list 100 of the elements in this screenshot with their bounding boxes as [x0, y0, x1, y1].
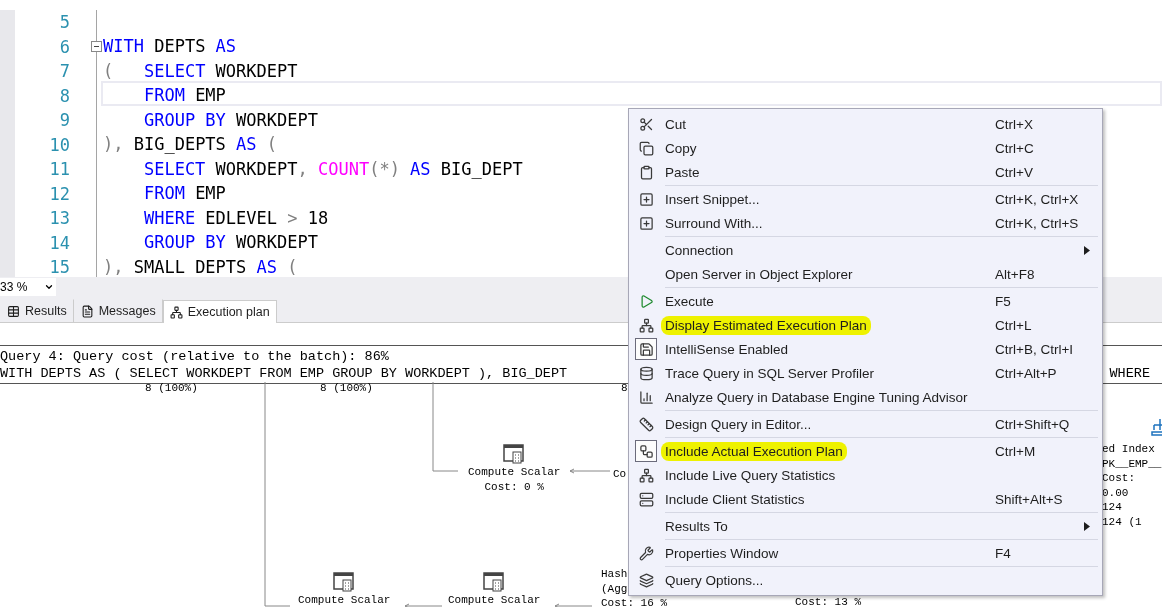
zoom-dropdown[interactable]: 33 % [0, 277, 56, 296]
code-token: > [287, 206, 298, 226]
menu-item-icon [638, 341, 654, 357]
menu-item[interactable]: Trace Query in SQL Server Profiler Ctrl+Alt+P [629, 361, 1102, 385]
connector-line [554, 603, 593, 607]
query-cost-title: Query 4: Query cost (relative to the batch): 86% [0, 348, 389, 365]
code-token: ), [103, 255, 125, 275]
plan-text: (Agg [601, 581, 628, 596]
code-token: ( [265, 133, 278, 153]
menu-item-icon [638, 293, 654, 309]
code-token: ), [103, 133, 125, 153]
line-number: 6 [58, 35, 70, 59]
menu-item[interactable]: Insert Snippet... Ctrl+K, Ctrl+X [629, 187, 1102, 211]
plan-text: 0.00 [1102, 485, 1129, 500]
menu-item[interactable]: Query Options... [629, 568, 1102, 592]
code-token: FROM [142, 182, 185, 202]
compute-scalar-icon [483, 571, 506, 593]
plan-text: Cost: 0 % [484, 479, 544, 494]
code-token: COUNT [317, 157, 370, 177]
query-statement: WITH DEPTS AS ( SELECT WORKDEPT FROM EMP GROUP BY WORKDEPT ), BIG_DEPT [0, 365, 568, 382]
plan-text: 124 [1102, 500, 1122, 515]
line-number: 9 [58, 109, 70, 132]
line-number: 13 [48, 207, 70, 230]
query-statement: WHERE [1109, 365, 1150, 382]
code-token: BIG_DEPTS [133, 133, 227, 153]
code-token: AS [256, 255, 278, 275]
menu-item-icon [638, 443, 654, 459]
code-token: EDLEVEL [204, 206, 278, 226]
result-tab[interactable]: Execution plan [162, 300, 277, 323]
menu-item[interactable]: Include Client Statistics Shift+Alt+S [629, 487, 1102, 511]
connector-line [404, 603, 443, 607]
code-token: SMALL DEPTS [133, 255, 248, 275]
diagram-icon [169, 305, 183, 319]
line-number: 10 [48, 133, 70, 157]
plan-text: Cost: [1102, 471, 1135, 486]
menu-item[interactable]: Open Server in Object Explorer Alt+F8 [629, 262, 1102, 286]
menu-item[interactable]: Execute F5 [629, 289, 1102, 313]
plan-text: 124 (1 [1102, 514, 1142, 529]
code-token: AS [410, 157, 431, 177]
plan-text: Compute Scalar [448, 593, 541, 607]
code-token: , [297, 157, 309, 177]
code-token: BIG_DEPT [439, 157, 523, 177]
line-number: 14 [48, 231, 70, 255]
plan-text: Compute Scalar [298, 593, 391, 607]
code-token: EMP [194, 84, 226, 104]
code-token: WORKDEPT [214, 59, 298, 79]
menu-item-icon [638, 164, 654, 180]
code-token: WORKDEPT [235, 231, 318, 251]
plan-text: Co [613, 467, 627, 482]
code-token: AS [236, 133, 257, 153]
compute-scalar-icon [503, 443, 526, 465]
line-number: 5 [58, 11, 70, 34]
menu-item[interactable]: Properties Window F4 [629, 541, 1102, 565]
menu-item[interactable]: Results To [629, 514, 1102, 538]
plan-text: PK__EMP__ [1102, 456, 1162, 471]
code-token: AS [215, 35, 237, 55]
code-token: GROUP BY [142, 231, 226, 251]
collapse-icon[interactable] [91, 40, 102, 52]
menu-item-icon [638, 365, 654, 381]
menu-item[interactable]: Connection [629, 238, 1102, 262]
menu-item[interactable]: Include Actual Execution Plan Ctrl+M [629, 439, 1102, 463]
menu-item-icon [638, 467, 654, 483]
menu-item[interactable]: Display Estimated Execution Plan Ctrl+L [629, 313, 1102, 337]
menu-item[interactable]: IntelliSense Enabled Ctrl+B, Ctrl+I [629, 337, 1102, 361]
menu-item-icon [638, 116, 654, 132]
line-number: 11 [48, 158, 70, 181]
code-token: SELECT [143, 59, 206, 79]
menu-item-icon [638, 191, 654, 207]
menu-item[interactable]: Include Live Query Statistics [629, 463, 1102, 487]
line-number: 12 [48, 182, 70, 206]
plan-text: Cost: 16 % [601, 596, 667, 607]
code-token: DEPTS [153, 35, 207, 55]
plan-text: 8 [621, 381, 628, 396]
code-token: SELECT [142, 157, 206, 177]
code-token: WORKDEPT [235, 108, 318, 128]
menu-item[interactable]: Analyze Query in Database Engine Tuning Advisor [629, 385, 1102, 409]
menu-item[interactable]: Cut Ctrl+X [629, 112, 1102, 136]
menu-item-icon [638, 416, 654, 432]
menu-item[interactable]: Surround With... Ctrl+K, Ctrl+S [629, 211, 1102, 235]
menu-item-icon [638, 317, 654, 333]
code-token: ( [103, 59, 115, 79]
menu-item-icon [638, 140, 654, 156]
line-number: 7 [58, 60, 70, 83]
menu-item-icon [638, 545, 654, 561]
menu-item-icon [638, 491, 654, 507]
menu-item[interactable]: Design Query in Editor... Ctrl+Shift+Q [629, 412, 1102, 436]
menu-item-icon [638, 215, 654, 231]
code-token: WITH [103, 35, 144, 55]
document-icon [80, 304, 94, 318]
plan-text: 8 (100%) [145, 381, 198, 396]
menu-item[interactable]: Copy Ctrl+C [629, 136, 1102, 160]
code-token: EMP [194, 182, 226, 202]
connector-line [569, 468, 611, 474]
code-token: ( [286, 255, 298, 275]
menu-item[interactable]: Paste Ctrl+V [629, 160, 1102, 184]
code-token: WHERE [142, 206, 196, 226]
plan-text: Cost: 13 % [795, 595, 861, 607]
code-token: FROM [142, 84, 185, 104]
plan-text: 8 (100%) [320, 381, 373, 396]
plan-text: ed Index [1102, 442, 1155, 457]
